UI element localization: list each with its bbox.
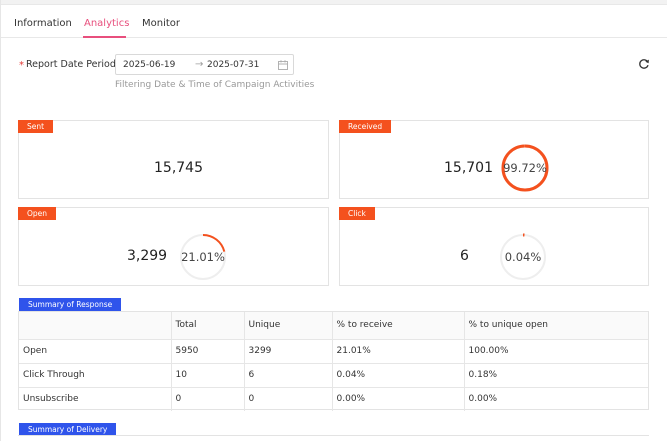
open-percent: 21.01% — [181, 250, 225, 264]
table-cell: 100.00% — [464, 339, 648, 364]
table-cell: Open — [19, 339, 172, 364]
tab-analytics[interactable]: Analytics — [84, 18, 129, 29]
tab-monitor[interactable]: Monitor — [142, 18, 180, 29]
table-cell: 0.18% — [464, 363, 648, 388]
tab-bar: Information Analytics Monitor — [1, 6, 667, 38]
table-cell: 5950 — [171, 339, 245, 364]
summary-response-table: Total Unique % to receive % to unique op… — [18, 311, 649, 411]
received-percent: 99.72% — [503, 161, 547, 175]
column-header: % to receive — [332, 312, 465, 340]
table-cell: Click Through — [19, 363, 172, 388]
delivery-table-edge — [18, 435, 649, 436]
sent-value: 15,745 — [154, 160, 203, 176]
open-value: 3,299 — [127, 248, 168, 264]
column-header: Total — [171, 312, 245, 340]
table-cell: 0.00% — [332, 387, 465, 411]
table-cell: 0.04% — [332, 363, 465, 388]
table-row: Open 5950 3299 21.01% 100.00% — [19, 339, 648, 364]
table-cell: 6 — [244, 363, 333, 388]
received-card: Received 15,701 99.72% — [339, 120, 649, 199]
sent-card: Sent 15,745 — [18, 120, 329, 199]
open-card: Open 3,299 21.01% — [18, 207, 329, 286]
start-date-input[interactable]: 2025-06-19 — [123, 60, 175, 70]
date-help-text: Filtering Date & Time of Campaign Activi… — [115, 80, 315, 90]
click-value: 6 — [460, 248, 469, 264]
calendar-icon[interactable] — [278, 60, 288, 70]
analytics-panel: Information Analytics Monitor * Report D… — [0, 0, 667, 441]
open-tag: Open — [18, 207, 57, 220]
table-cell: 3299 — [244, 339, 333, 364]
tab-information[interactable]: Information — [14, 18, 72, 29]
column-header — [19, 312, 172, 340]
table-row: Click Through 10 6 0.04% 0.18% — [19, 363, 648, 388]
table-cell: 0.00% — [468, 394, 498, 405]
summary-response-tag: Summary of Response — [19, 298, 122, 311]
table-row: Unsubscribe 0 0 0.00% 0.00% — [19, 387, 648, 411]
received-value: 15,701 — [444, 160, 493, 176]
column-header: % to unique open — [464, 312, 648, 340]
click-card: Click 6 0.04% — [339, 207, 649, 286]
date-period-label: Report Date Period : — [26, 59, 123, 70]
click-percent: 0.04% — [504, 250, 542, 264]
date-range-picker[interactable]: 2025-06-19 → 2025-07-31 — [115, 54, 294, 75]
required-mark: * — [19, 60, 24, 71]
top-strip — [1, 0, 667, 5]
click-tag: Click — [339, 207, 375, 220]
sent-tag: Sent — [18, 120, 54, 133]
column-header: Unique — [244, 312, 333, 340]
table-cell: 0 — [244, 387, 333, 411]
arrow-right-icon: → — [195, 59, 204, 70]
active-tab-indicator — [83, 36, 126, 38]
end-date-input[interactable]: 2025-07-31 — [207, 60, 259, 70]
table-header-row: Total Unique % to receive % to unique op… — [19, 312, 648, 340]
refresh-icon[interactable] — [638, 58, 650, 70]
table-cell: 10 — [171, 363, 245, 388]
received-tag: Received — [339, 120, 392, 133]
table-cell: Unsubscribe — [19, 387, 172, 411]
table-cell: 21.01% — [332, 339, 465, 364]
table-cell: 0 — [171, 387, 245, 411]
